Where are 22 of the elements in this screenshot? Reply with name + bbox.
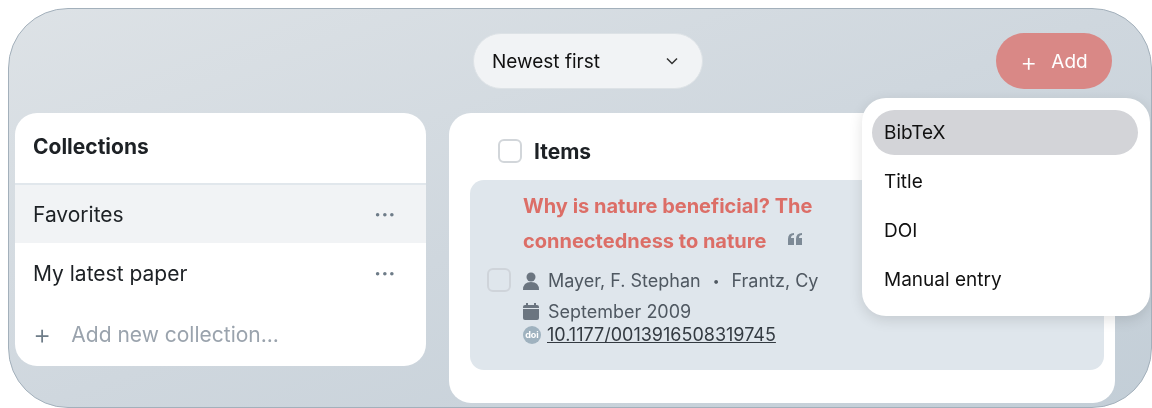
doi-link[interactable]: 10.1177/0013916508319745 [547,324,776,345]
sort-dropdown[interactable]: Newest first [473,33,703,89]
select-all-checkbox[interactable] [498,139,522,163]
author-name: Mayer, F. Stephan [548,270,701,291]
collection-name: My latest paper [33,260,188,286]
new-collection-field[interactable]: Add new collection... [71,321,392,347]
collection-item[interactable]: My latest paper ••• [15,243,426,302]
person-icon [523,271,539,290]
collection-item[interactable]: Favorites ••• [15,185,426,243]
quote-icon[interactable] [788,232,803,245]
separator-dot: • [711,273,721,288]
publication-date: September 2009 [548,301,692,322]
chevron-down-icon [666,57,678,65]
doi-badge: doi [523,325,541,344]
add-icon[interactable]: + [33,317,52,351]
panel-title: Items [534,138,592,164]
collection-name: Favorites [33,201,124,227]
more-options-button[interactable]: ••• [374,266,396,280]
more-options-button[interactable]: ••• [374,207,396,221]
author-name: Frantz, Cy [731,270,819,291]
calendar-icon [523,303,539,320]
menu-item[interactable]: BibTeX [872,110,1138,155]
